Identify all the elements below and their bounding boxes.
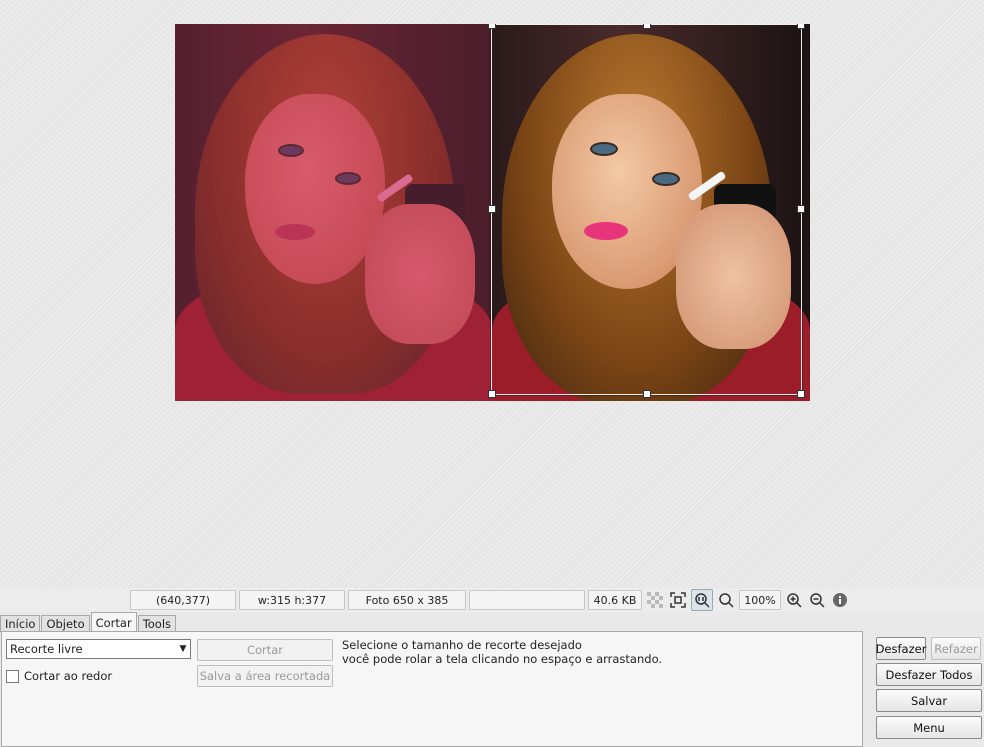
tab-objeto[interactable]: Objeto bbox=[41, 615, 90, 632]
crop-mode-select[interactable]: Recorte livre ▼ bbox=[6, 639, 191, 659]
crop-button[interactable]: Cortar bbox=[197, 639, 333, 661]
photo-dimensions: Foto 650 x 385 bbox=[348, 590, 466, 610]
crop-mode-value: Recorte livre bbox=[10, 642, 83, 656]
crop-around-label: Cortar ao redor bbox=[24, 669, 113, 683]
tab-tools[interactable]: Tools bbox=[137, 615, 177, 632]
crop-help-text: Selecione o tamanho de recorte desejado … bbox=[342, 638, 662, 666]
crop-handle-ne[interactable] bbox=[797, 24, 805, 29]
checker-icon[interactable] bbox=[645, 590, 665, 610]
help-line-1: Selecione o tamanho de recorte desejado bbox=[342, 638, 582, 652]
info-icon[interactable] bbox=[830, 590, 850, 610]
zoom-icon[interactable] bbox=[716, 590, 736, 610]
crop-handle-e[interactable] bbox=[797, 205, 805, 213]
status-bar: (640,377) w:315 h:377 Foto 650 x 385 40.… bbox=[0, 588, 984, 612]
zoom-out-icon[interactable] bbox=[807, 590, 827, 610]
crop-panel: Recorte livre ▼ Cortar ao redor Cortar S… bbox=[1, 631, 863, 747]
crop-handle-w[interactable] bbox=[488, 205, 496, 213]
tab-inicio[interactable]: Início bbox=[0, 615, 41, 632]
tab-bar: Início Objeto Cortar Tools bbox=[0, 612, 177, 632]
save-crop-area-button[interactable]: Salva a área recortada bbox=[197, 665, 333, 687]
help-line-2: você pode rolar a tela clicando no espaç… bbox=[342, 652, 663, 666]
crop-selection[interactable] bbox=[488, 24, 805, 398]
crop-around-option[interactable]: Cortar ao redor bbox=[6, 669, 112, 683]
file-size: 40.6 KB bbox=[588, 590, 642, 610]
chevron-down-icon: ▼ bbox=[179, 644, 187, 654]
crop-handle-sw[interactable] bbox=[488, 390, 496, 398]
crop-around-checkbox[interactable] bbox=[6, 669, 19, 683]
save-button[interactable]: Salvar bbox=[876, 689, 982, 712]
menu-button[interactable]: Menu bbox=[876, 716, 982, 739]
tab-cortar[interactable]: Cortar bbox=[90, 612, 137, 632]
selection-size: w:315 h:377 bbox=[239, 590, 345, 610]
crop-handle-se[interactable] bbox=[797, 390, 805, 398]
cursor-coords: (640,377) bbox=[130, 590, 236, 610]
status-empty bbox=[469, 590, 585, 610]
crop-handle-n[interactable] bbox=[643, 24, 651, 29]
photo[interactable] bbox=[175, 24, 810, 401]
crop-handle-nw[interactable] bbox=[488, 24, 496, 29]
actual-size-icon[interactable] bbox=[691, 589, 713, 611]
zoom-in-icon[interactable] bbox=[784, 590, 804, 610]
fit-icon[interactable] bbox=[668, 590, 688, 610]
redo-button[interactable]: Refazer bbox=[931, 637, 981, 660]
undo-all-button[interactable]: Desfazer Todos bbox=[876, 663, 982, 686]
photo-outside-crop bbox=[175, 24, 492, 401]
image-canvas[interactable] bbox=[0, 0, 984, 588]
zoom-level: 100% bbox=[739, 590, 781, 610]
crop-handle-s[interactable] bbox=[643, 390, 651, 398]
undo-button[interactable]: Desfazer bbox=[876, 637, 926, 660]
